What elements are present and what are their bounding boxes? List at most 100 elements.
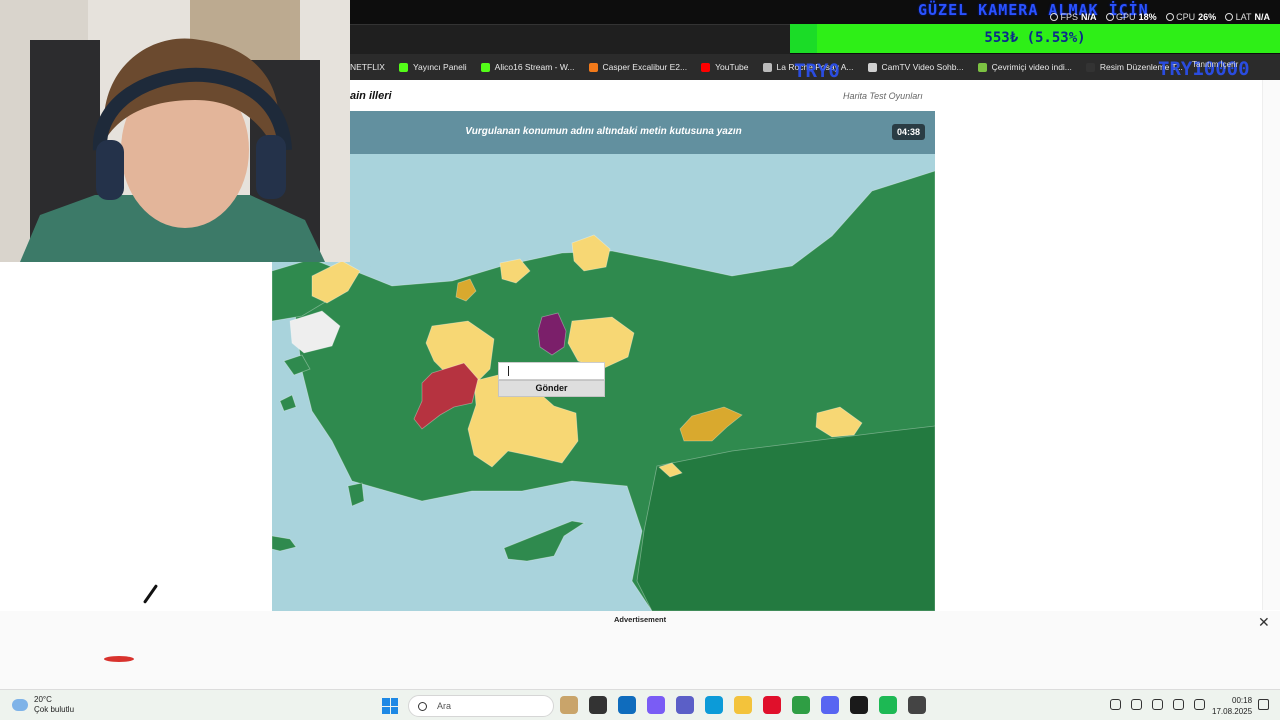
- bookmark-label: Casper Excalibur E2...: [602, 62, 688, 72]
- right-scroll-strip[interactable]: [1262, 80, 1280, 610]
- search-placeholder: Ara: [437, 701, 452, 711]
- gauge-icon: [1105, 13, 1114, 21]
- turkey-provinces-map: Vurgulanan konumun adını altındaki metin…: [272, 111, 935, 611]
- weather-temperature: 20°C: [34, 695, 52, 704]
- download-icon: [977, 62, 987, 72]
- sync-icon[interactable]: [1131, 699, 1142, 710]
- page-title: ain illeri: [350, 90, 392, 102]
- stat-value: 18%: [1138, 12, 1157, 22]
- quiz-timer: 04:38: [891, 124, 925, 140]
- stat-lat: LAT N/A: [1225, 12, 1270, 22]
- chrome-dev-icon[interactable]: [908, 696, 926, 714]
- stat-label: FPS: [1060, 12, 1079, 22]
- stat-value: N/A: [1081, 12, 1097, 22]
- photos-icon[interactable]: [560, 696, 578, 714]
- chrome-icon[interactable]: [792, 696, 810, 714]
- opera-icon[interactable]: [763, 696, 781, 714]
- ad-banner: Advertisement ✕: [0, 611, 1280, 689]
- promo-chip: Tanıtım İçerir: [1192, 60, 1239, 69]
- ad-close-icon[interactable]: ✕: [1258, 614, 1270, 631]
- folder-icon[interactable]: [734, 696, 752, 714]
- bookmark-label: CamTV Video Sohb...: [881, 62, 964, 72]
- map-games-link[interactable]: Harita Test Oyunları: [843, 91, 923, 101]
- stat-value: N/A: [1254, 12, 1270, 22]
- donation-goal-text: 553₺ (5.53%): [984, 30, 1086, 46]
- donation-goal-bar: 553₺ (5.53%): [790, 24, 1280, 53]
- bookmark-label: Çevrimiçi video indi...: [991, 62, 1072, 72]
- copilot-icon[interactable]: [647, 696, 665, 714]
- edge-icon[interactable]: [705, 696, 723, 714]
- webcam-earcup-right: [256, 135, 286, 199]
- system-tray: [1110, 699, 1205, 710]
- ad-label: Advertisement: [614, 615, 667, 624]
- bookmark-item[interactable]: YouTube: [701, 62, 749, 72]
- bookmark-label: YouTube: [715, 62, 749, 72]
- search-icon: [418, 702, 427, 711]
- cloud-icon: [12, 699, 28, 711]
- bookmark-item[interactable]: Yayıncı Paneli: [398, 62, 467, 72]
- circle-icon: [1085, 62, 1095, 72]
- webcam-feed: [0, 0, 350, 262]
- gauge-icon: [1050, 13, 1058, 21]
- taskbar-apps: [560, 696, 926, 714]
- terminal-icon[interactable]: [589, 696, 607, 714]
- cross-icon: [762, 62, 772, 72]
- discord-icon[interactable]: [821, 696, 839, 714]
- browser-tab-strip[interactable]: [350, 24, 790, 54]
- notification-center-icon[interactable]: [1258, 699, 1269, 710]
- bookmark-item[interactable]: Alico16 Stream - W...: [480, 62, 575, 72]
- drawing-mark: [104, 656, 134, 662]
- screen: NETFLIX Yayıncı Paneli Alico16 Stream - W.…: [0, 0, 1280, 720]
- hb-icon: [588, 62, 598, 72]
- stat-fps: FPS N/A: [1050, 12, 1097, 22]
- youtube-icon: [701, 62, 711, 72]
- outlook-icon[interactable]: [618, 696, 636, 714]
- stat-value: 26%: [1198, 12, 1217, 22]
- bookmark-item[interactable]: Casper Excalibur E2...: [588, 62, 688, 72]
- kick-icon: [480, 62, 490, 72]
- clock-date: 17.08.2025: [1212, 707, 1253, 716]
- stat-label: LAT: [1235, 12, 1252, 22]
- spotify-icon[interactable]: [879, 696, 897, 714]
- answer-form: Gönder: [498, 362, 605, 397]
- answer-input-wrap: [498, 362, 605, 380]
- answer-input[interactable]: [498, 362, 605, 380]
- bookmark-item[interactable]: Çevrimiçi video indi...: [977, 62, 1072, 72]
- streamlabs-icon[interactable]: [850, 696, 868, 714]
- bookmark-label: NETFLIX: [350, 62, 385, 72]
- clock-time: 00:18: [1232, 696, 1253, 705]
- stat-gpu: GPU 18%: [1105, 12, 1157, 22]
- bookmark-label: Yayıncı Paneli: [412, 62, 467, 72]
- text-caret: [508, 366, 509, 376]
- webcam-earcup-left: [96, 140, 124, 200]
- weather-text: 20°C Çok bulutlu: [34, 695, 74, 715]
- kick-icon: [398, 62, 408, 72]
- bookmark-item[interactable]: CamTV Video Sohb...: [867, 62, 964, 72]
- gauge-icon: [1225, 13, 1234, 21]
- taskbar-clock[interactable]: 00:18 17.08.2025: [1212, 695, 1252, 717]
- bookmark-item[interactable]: NETFLIX: [350, 62, 385, 72]
- windows-taskbar: 20°C Çok bulutlu Ara 00:18 17.08.2025: [0, 689, 1280, 720]
- submit-button[interactable]: Gönder: [498, 380, 605, 397]
- cam-icon: [867, 62, 877, 72]
- quiz-banner: Vurgulanan konumun adını altındaki metin…: [272, 111, 935, 154]
- stat-label: GPU: [1116, 12, 1136, 22]
- weather-description: Çok bulutlu: [34, 705, 75, 714]
- stat-label: CPU: [1176, 12, 1196, 22]
- webcam-image: [0, 0, 350, 262]
- goal-start-label: TRY0: [794, 60, 840, 82]
- volume-icon[interactable]: [1194, 699, 1205, 710]
- windows-start-icon[interactable]: [382, 698, 398, 714]
- map-svg: [272, 111, 935, 611]
- quiz-instruction: Vurgulanan konumun adını altındaki metin…: [465, 126, 742, 137]
- taskbar-search[interactable]: Ara: [408, 695, 554, 717]
- teams-icon[interactable]: [676, 696, 694, 714]
- perf-stats: FPS N/A GPU 18% CPU 26% LAT N/A: [1050, 12, 1270, 22]
- chevron-up-icon[interactable]: [1110, 699, 1121, 710]
- microphone-icon[interactable]: [1152, 699, 1163, 710]
- network-icon[interactable]: [1173, 699, 1184, 710]
- pen-cursor-icon: [142, 584, 159, 604]
- bookmark-label: Alico16 Stream - W...: [494, 62, 575, 72]
- stat-cpu: CPU 26%: [1165, 12, 1217, 22]
- weather-widget[interactable]: 20°C Çok bulutlu: [12, 695, 74, 715]
